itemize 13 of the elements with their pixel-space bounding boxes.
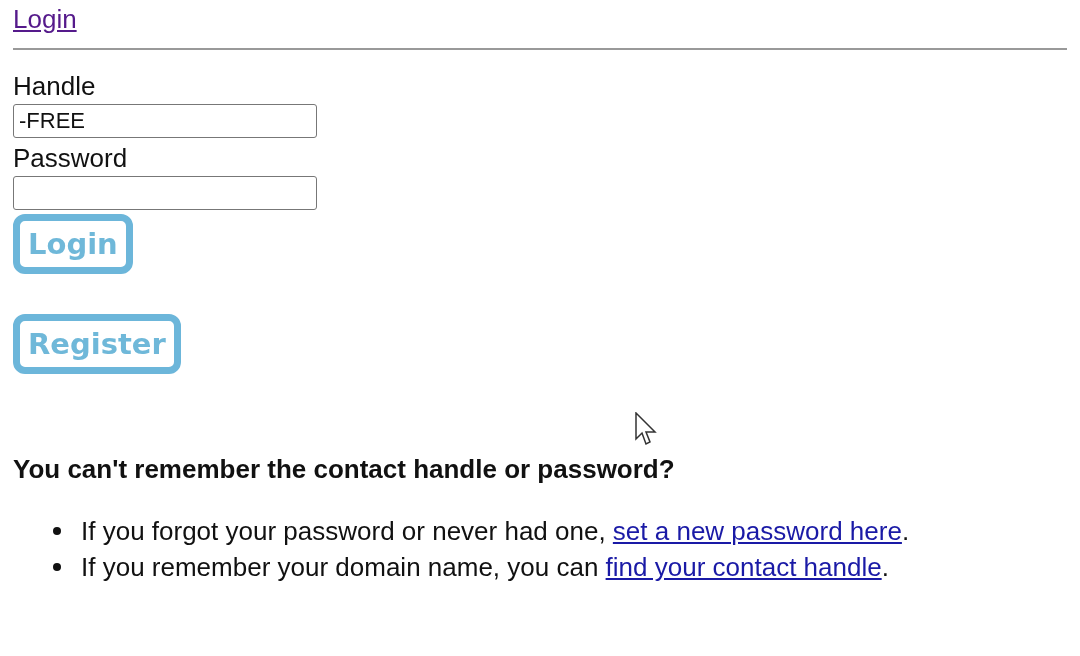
help-text: If you forgot your password or never had one, set a new password here. [81,515,910,548]
login-link[interactable]: Login [13,4,77,34]
help-heading: You can't remember the contact handle or password? [13,454,675,485]
cursor-icon [635,412,657,446]
help-link[interactable]: set a new password here [612,516,902,546]
help-link[interactable]: find your contact handle [605,552,882,582]
bullet-icon [53,527,61,535]
help-text: If you remember your domain name, you can find your contact handle. [81,551,889,584]
field-label: Password [13,142,128,174]
bullet-icon [53,563,61,571]
input-field[interactable]: -FREE [13,104,317,138]
field-label: Handle [13,70,96,102]
input-field[interactable] [13,176,317,210]
